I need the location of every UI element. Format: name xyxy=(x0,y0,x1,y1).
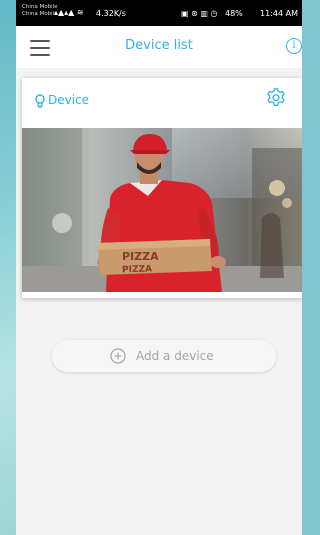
network-speed: 4.32K/s xyxy=(96,9,126,18)
add-device-label: Add a device xyxy=(136,349,214,363)
bulb-icon xyxy=(35,94,45,108)
carrier-1: China Mobile xyxy=(22,4,58,10)
svg-text:PIZZA: PIZZA xyxy=(122,264,152,275)
signal-icon: ▴▲▴▲ ≋ xyxy=(54,8,84,17)
clock: 11:44 AM xyxy=(260,9,298,18)
battery-percent: 48% xyxy=(225,9,243,18)
device-card[interactable]: Device PIZZA PIZZA xyxy=(22,78,302,298)
carrier-labels: China Mobile China Mobile xyxy=(22,4,58,18)
page-title: Device list xyxy=(125,38,193,53)
add-device-button[interactable]: Add a device xyxy=(52,340,276,372)
device-name: Device xyxy=(48,93,90,107)
device-card-header: Device xyxy=(22,78,302,128)
phone-screen: China Mobile China Mobile ▴▲▴▲ ≋ 4.32K/s… xyxy=(16,0,302,535)
plus-circle-icon xyxy=(110,348,126,364)
system-icons: ▣ ⊛ ▥ ◷ xyxy=(181,9,218,18)
camera-snapshot: PIZZA PIZZA xyxy=(22,128,302,292)
app-bar: Device list i xyxy=(16,26,302,68)
svg-text:PIZZA: PIZZA xyxy=(122,250,159,263)
info-icon[interactable]: i xyxy=(286,38,302,54)
camera-preview-image[interactable]: PIZZA PIZZA xyxy=(22,128,302,292)
carrier-2: China Mobile xyxy=(22,11,58,17)
status-bar: China Mobile China Mobile ▴▲▴▲ ≋ 4.32K/s… xyxy=(16,0,302,26)
desktop-background xyxy=(0,0,16,535)
gear-icon[interactable] xyxy=(265,87,287,109)
